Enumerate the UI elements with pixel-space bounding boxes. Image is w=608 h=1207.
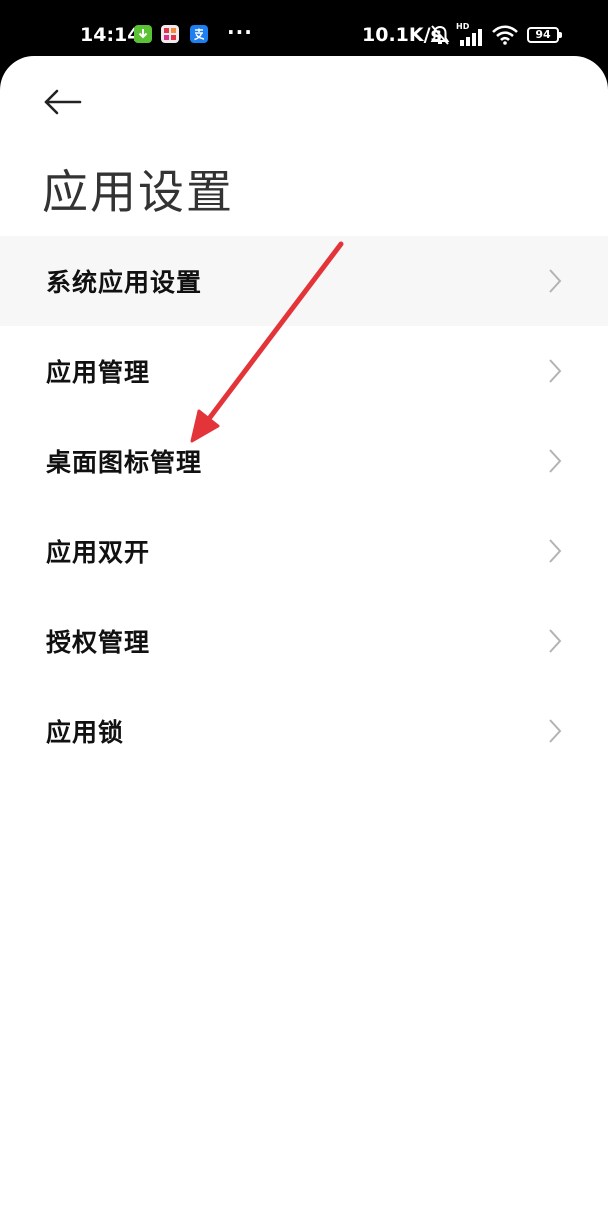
settings-page: 应用设置 系统应用设置 应用管理 桌面图标管理 应用双开 授权管理 应用锁 (0, 56, 608, 1207)
menu-item-label: 应用管理 (46, 358, 151, 387)
page-title: 应用设置 (42, 165, 234, 219)
menu-item-desktop-icon-management[interactable]: 桌面图标管理 (0, 416, 608, 506)
chevron-right-icon (549, 449, 562, 473)
menu-item-label: 系统应用设置 (46, 268, 203, 297)
menu-item-app-lock[interactable]: 应用锁 (0, 686, 608, 776)
chevron-right-icon (549, 359, 562, 383)
chevron-right-icon (549, 629, 562, 653)
settings-menu: 系统应用设置 应用管理 桌面图标管理 应用双开 授权管理 应用锁 (0, 236, 608, 776)
menu-item-dual-apps[interactable]: 应用双开 (0, 506, 608, 596)
chevron-right-icon (549, 539, 562, 563)
menu-item-label: 桌面图标管理 (46, 448, 203, 477)
status-time: 14:14 (80, 24, 141, 46)
more-notifications: ··· (227, 20, 253, 44)
menu-item-permission-management[interactable]: 授权管理 (0, 596, 608, 686)
red-app-icon (161, 25, 179, 43)
menu-item-label: 授权管理 (46, 628, 151, 657)
arrow-left-icon (44, 89, 82, 115)
download-app-icon (134, 25, 152, 43)
menu-item-label: 应用双开 (46, 538, 151, 567)
chevron-right-icon (549, 269, 562, 293)
menu-item-label: 应用锁 (46, 718, 125, 747)
signal-icon (460, 29, 482, 46)
menu-item-system-app-settings[interactable]: 系统应用设置 (0, 236, 608, 326)
battery-icon: 94 (527, 27, 562, 43)
wifi-icon (492, 25, 518, 45)
alipay-icon (190, 25, 208, 43)
chevron-right-icon (549, 719, 562, 743)
back-button[interactable] (40, 84, 88, 120)
bell-muted-icon (430, 25, 450, 45)
menu-item-app-management[interactable]: 应用管理 (0, 326, 608, 416)
